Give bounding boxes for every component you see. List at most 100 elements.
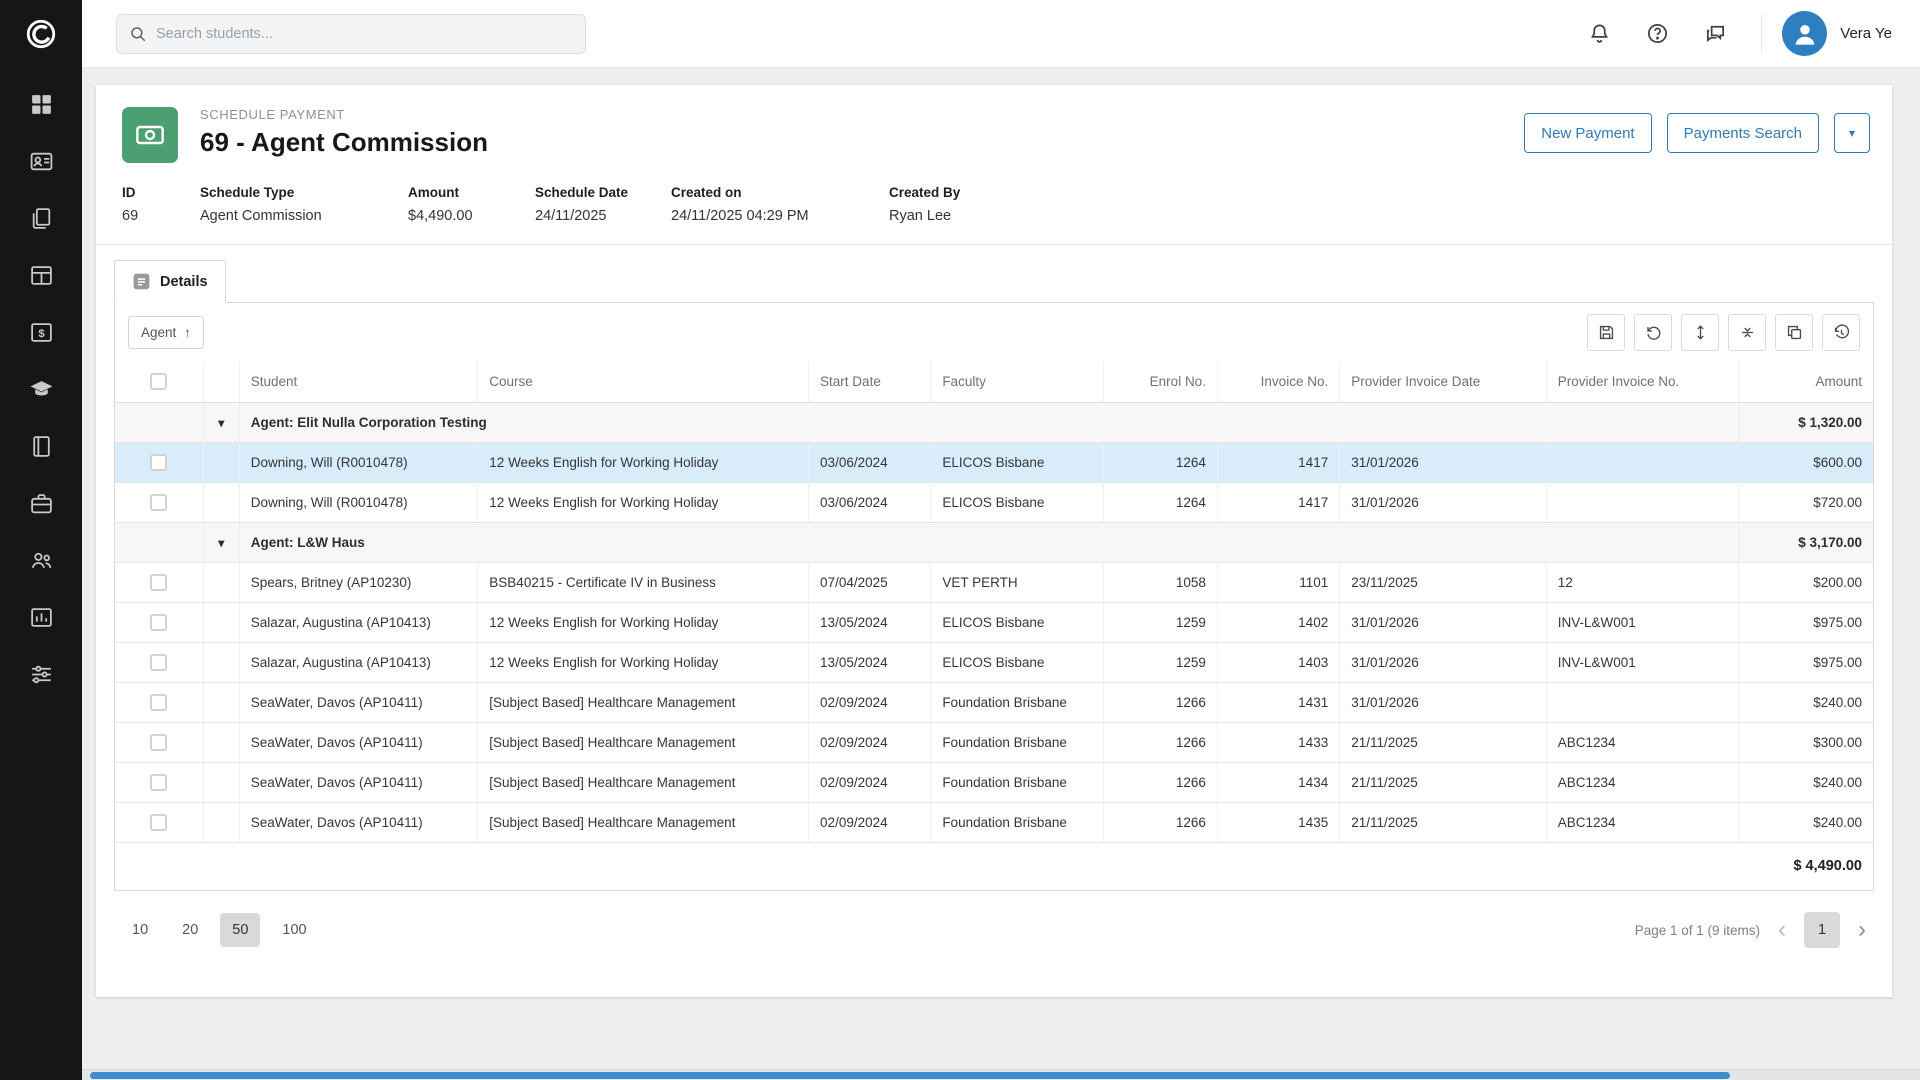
- column-invoice-no[interactable]: Invoice No.: [1217, 362, 1339, 402]
- expand-rows-button[interactable]: [1681, 314, 1719, 351]
- messages-button[interactable]: [1695, 14, 1735, 54]
- column-course[interactable]: Course: [478, 362, 809, 402]
- sidebar-item-payments[interactable]: $: [21, 318, 61, 352]
- next-page-button[interactable]: ›: [1856, 918, 1868, 942]
- sidebar-item-services[interactable]: [21, 489, 61, 523]
- search-input[interactable]: [156, 26, 573, 42]
- invoice-no-link[interactable]: 1101: [1217, 562, 1339, 602]
- column-provider-invoice-no[interactable]: Provider Invoice No.: [1546, 362, 1738, 402]
- student-link[interactable]: SeaWater, Davos (AP10411): [239, 682, 478, 722]
- table-row[interactable]: SeaWater, Davos (AP10411)[Subject Based]…: [115, 682, 1873, 722]
- enrol-no-link[interactable]: 1266: [1103, 722, 1217, 762]
- row-checkbox[interactable]: [150, 574, 167, 591]
- tab-details[interactable]: Details: [114, 260, 226, 303]
- student-link[interactable]: SeaWater, Davos (AP10411): [239, 762, 478, 802]
- table-row[interactable]: Salazar, Augustina (AP10413)12 Weeks Eng…: [115, 602, 1873, 642]
- page-size-100[interactable]: 100: [270, 913, 318, 947]
- enrol-no-link[interactable]: 1259: [1103, 602, 1217, 642]
- reset-layout-button[interactable]: [1634, 314, 1672, 351]
- scrollbar-thumb[interactable]: [90, 1072, 1730, 1079]
- table-row[interactable]: Spears, Britney (AP10230)BSB40215 - Cert…: [115, 562, 1873, 602]
- invoice-no-link[interactable]: 1435: [1217, 802, 1339, 842]
- table-row[interactable]: SeaWater, Davos (AP10411)[Subject Based]…: [115, 762, 1873, 802]
- student-link[interactable]: Spears, Britney (AP10230): [239, 562, 478, 602]
- column-student[interactable]: Student: [239, 362, 478, 402]
- column-faculty[interactable]: Faculty: [931, 362, 1103, 402]
- row-checkbox[interactable]: [150, 654, 167, 671]
- user-name[interactable]: Vera Ye: [1840, 25, 1892, 42]
- row-checkbox[interactable]: [150, 814, 167, 831]
- row-expand-cell: [203, 762, 239, 802]
- table-row[interactable]: Downing, Will (R0010478)12 Weeks English…: [115, 482, 1873, 522]
- invoice-no-link[interactable]: 1417: [1217, 442, 1339, 482]
- history-button[interactable]: [1822, 314, 1860, 351]
- info-label: Schedule Date: [535, 185, 671, 200]
- help-button[interactable]: [1637, 14, 1677, 54]
- horizontal-scrollbar[interactable]: [82, 1069, 1920, 1080]
- student-link[interactable]: SeaWater, Davos (AP10411): [239, 802, 478, 842]
- enrol-no-link[interactable]: 1266: [1103, 762, 1217, 802]
- collapse-group-icon[interactable]: ▾: [218, 536, 224, 550]
- row-checkbox[interactable]: [150, 494, 167, 511]
- table-row[interactable]: Salazar, Augustina (AP10413)12 Weeks Eng…: [115, 642, 1873, 682]
- group-by-chip[interactable]: Agent ↑: [128, 316, 204, 349]
- enrol-no-link[interactable]: 1266: [1103, 802, 1217, 842]
- row-checkbox[interactable]: [150, 694, 167, 711]
- invoice-no-link[interactable]: 1417: [1217, 482, 1339, 522]
- previous-page-button[interactable]: ‹: [1776, 918, 1788, 942]
- enrol-no-link[interactable]: 1264: [1103, 482, 1217, 522]
- more-actions-button[interactable]: ▾: [1834, 113, 1870, 153]
- grand-total: $ 4,490.00: [115, 842, 1873, 890]
- payments-search-button[interactable]: Payments Search: [1667, 113, 1819, 153]
- sidebar-item-library[interactable]: [21, 432, 61, 466]
- enrol-no-link[interactable]: 1264: [1103, 442, 1217, 482]
- invoice-no-link[interactable]: 1403: [1217, 642, 1339, 682]
- invoice-no-link[interactable]: 1433: [1217, 722, 1339, 762]
- new-payment-button[interactable]: New Payment: [1524, 113, 1651, 153]
- collapse-rows-button[interactable]: [1728, 314, 1766, 351]
- course-cell: 12 Weeks English for Working Holiday: [478, 642, 809, 682]
- current-page-button[interactable]: 1: [1804, 912, 1840, 948]
- sidebar-item-students[interactable]: [21, 147, 61, 181]
- sidebar-item-courses[interactable]: [21, 375, 61, 409]
- student-search[interactable]: [116, 14, 586, 54]
- app-logo-icon[interactable]: [0, 0, 82, 68]
- invoice-no-link[interactable]: 1434: [1217, 762, 1339, 802]
- save-layout-button[interactable]: [1587, 314, 1625, 351]
- table-row[interactable]: SeaWater, Davos (AP10411)[Subject Based]…: [115, 802, 1873, 842]
- row-checkbox[interactable]: [150, 734, 167, 751]
- student-link[interactable]: Downing, Will (R0010478): [239, 442, 478, 482]
- page-size-10[interactable]: 10: [120, 913, 160, 947]
- student-link[interactable]: Salazar, Augustina (AP10413): [239, 642, 478, 682]
- column-start-date[interactable]: Start Date: [809, 362, 931, 402]
- student-link[interactable]: Downing, Will (R0010478): [239, 482, 478, 522]
- export-button[interactable]: [1775, 314, 1813, 351]
- row-checkbox[interactable]: [150, 774, 167, 791]
- collapse-group-icon[interactable]: ▾: [218, 416, 224, 430]
- column-enrol-no[interactable]: Enrol No.: [1103, 362, 1217, 402]
- enrol-no-link[interactable]: 1259: [1103, 642, 1217, 682]
- user-avatar[interactable]: [1782, 11, 1827, 56]
- page-size-20[interactable]: 20: [170, 913, 210, 947]
- student-link[interactable]: SeaWater, Davos (AP10411): [239, 722, 478, 762]
- column-amount[interactable]: Amount: [1739, 362, 1873, 402]
- notifications-button[interactable]: [1579, 14, 1619, 54]
- select-all-checkbox[interactable]: [150, 373, 167, 390]
- sidebar-item-tables[interactable]: [21, 261, 61, 295]
- invoice-no-link[interactable]: 1431: [1217, 682, 1339, 722]
- row-checkbox[interactable]: [150, 614, 167, 631]
- column-provider-invoice-date[interactable]: Provider Invoice Date: [1340, 362, 1546, 402]
- enrol-no-link[interactable]: 1058: [1103, 562, 1217, 602]
- table-row[interactable]: SeaWater, Davos (AP10411)[Subject Based]…: [115, 722, 1873, 762]
- sidebar-item-agents[interactable]: [21, 546, 61, 580]
- sidebar-item-documents[interactable]: [21, 204, 61, 238]
- invoice-no-link[interactable]: 1402: [1217, 602, 1339, 642]
- row-checkbox[interactable]: [150, 454, 167, 471]
- table-row[interactable]: Downing, Will (R0010478)12 Weeks English…: [115, 442, 1873, 482]
- sidebar-item-dashboard[interactable]: [21, 90, 61, 124]
- sidebar-item-settings[interactable]: [21, 660, 61, 694]
- page-size-50[interactable]: 50: [220, 913, 260, 947]
- enrol-no-link[interactable]: 1266: [1103, 682, 1217, 722]
- sidebar-item-reports[interactable]: [21, 603, 61, 637]
- student-link[interactable]: Salazar, Augustina (AP10413): [239, 602, 478, 642]
